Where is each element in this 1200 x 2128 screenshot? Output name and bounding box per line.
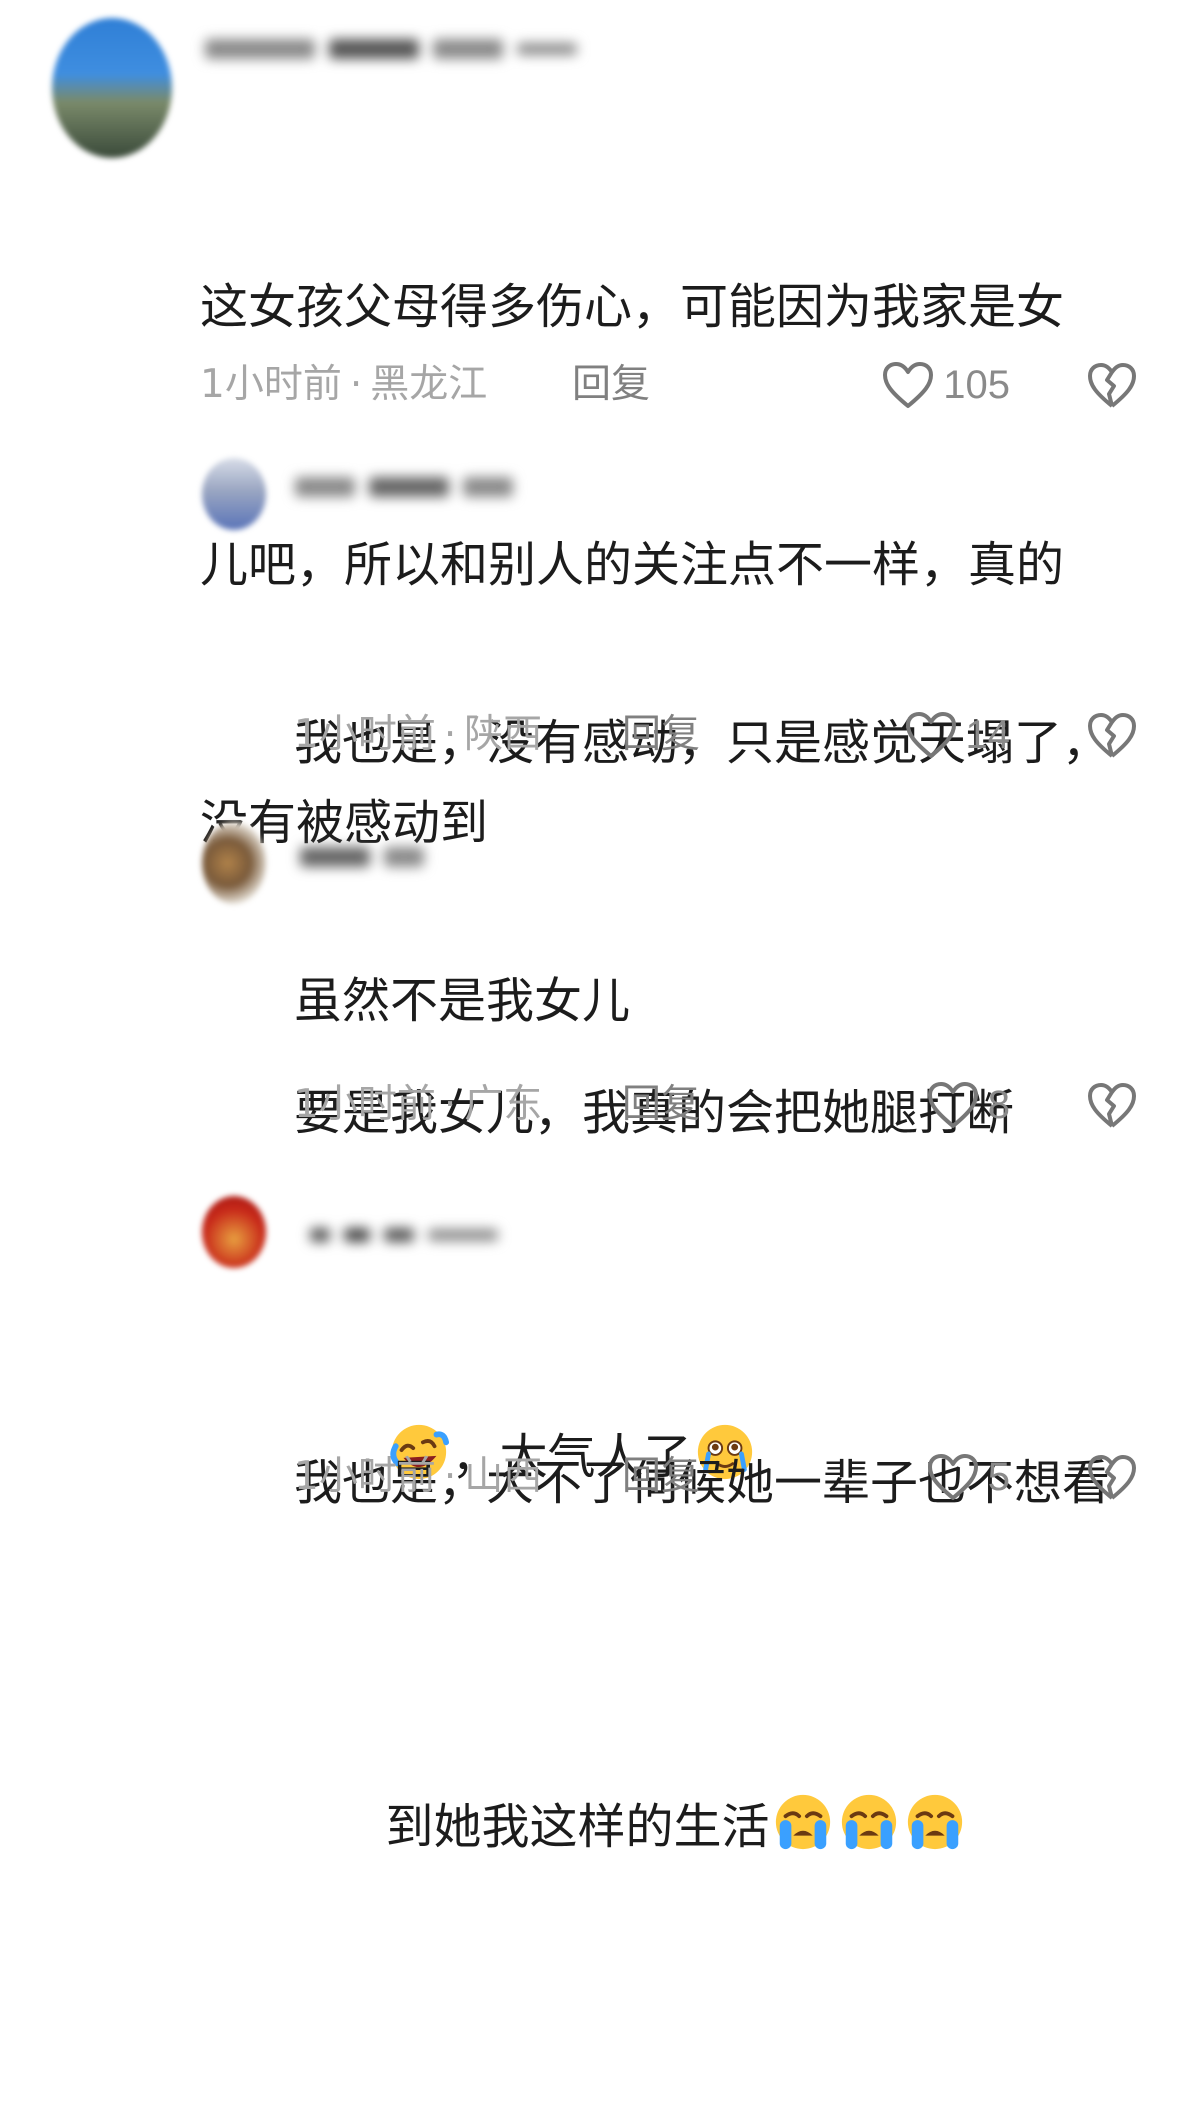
broken-heart-icon xyxy=(1088,713,1136,758)
reply-button[interactable]: 回复 xyxy=(622,1080,700,1130)
dislike-button[interactable] xyxy=(1086,710,1138,760)
reply-comment-item: 我也是，大不了伺候她一辈子也不想看 到她我这样的生活 1小时前 · 山西 回复 … xyxy=(0,1180,1200,1855)
heart-outline-icon xyxy=(883,362,934,408)
comment-text: 我也是，大不了伺候她一辈子也不想看 到她我这样的生活 xyxy=(294,1268,1148,2128)
comment-text-line: 到她我这样的生活 xyxy=(294,1698,1148,1956)
like-button[interactable]: 14 xyxy=(904,710,1011,760)
meta-separator: · xyxy=(443,1082,457,1127)
like-button[interactable]: 5 xyxy=(926,1452,1010,1502)
comment-location: 广东 xyxy=(464,1082,543,1127)
avatar[interactable] xyxy=(202,1196,266,1268)
comment-time: 1小时前 xyxy=(294,1082,436,1127)
like-button[interactable]: 8 xyxy=(926,1080,1010,1130)
heart-outline-icon xyxy=(905,712,956,758)
comment-meta: 1小时前 · 黑龙江 xyxy=(200,360,487,410)
loudly-crying-emoji xyxy=(775,1794,830,1850)
loudly-crying-emoji xyxy=(907,1794,962,1850)
like-count: 8 xyxy=(987,1082,1010,1127)
comment-text-fragment: 到她我这样的生活 xyxy=(385,1799,770,1855)
reply-button[interactable]: 回复 xyxy=(622,710,700,760)
meta-separator: · xyxy=(443,1454,457,1499)
comment-time: 1小时前 xyxy=(294,1454,436,1499)
meta-separator: · xyxy=(443,712,457,757)
reply-button[interactable]: 回复 xyxy=(622,1452,700,1502)
comment-time: 1小时前 xyxy=(200,362,342,407)
dislike-button[interactable] xyxy=(1086,1080,1138,1130)
dislike-button[interactable] xyxy=(1086,1452,1138,1502)
like-count: 5 xyxy=(987,1454,1010,1499)
reply-comment-item: 要是我女儿，我真的会把她腿打断 ，太气人了 1小时前 · 广东 回复 8 xyxy=(0,810,1200,1485)
heart-outline-icon xyxy=(927,1454,978,1500)
like-count: 105 xyxy=(943,362,1010,407)
comment-location: 黑龙江 xyxy=(370,362,488,407)
reply-button[interactable]: 回复 xyxy=(572,360,650,410)
avatar[interactable] xyxy=(52,18,172,158)
comment-meta: 1小时前 · 广东 xyxy=(294,1080,542,1130)
username-blurred[interactable] xyxy=(310,1224,512,1258)
broken-heart-icon xyxy=(1088,363,1136,408)
username-blurred[interactable] xyxy=(205,38,591,72)
comment-item: 这女孩父母得多伤心，可能因为我家是女 儿吧，所以和别人的关注点不一样，真的 没有… xyxy=(0,0,1200,851)
dislike-button[interactable] xyxy=(1086,360,1138,410)
like-count: 14 xyxy=(965,712,1011,757)
comment-location: 山西 xyxy=(464,1454,543,1499)
like-button[interactable]: 105 xyxy=(881,360,1010,410)
heart-outline-icon xyxy=(927,1082,978,1128)
comment-location: 陕西 xyxy=(464,712,543,757)
avatar[interactable] xyxy=(202,458,266,530)
comment-meta: 1小时前 · 陕西 xyxy=(294,710,542,760)
broken-heart-icon xyxy=(1088,1083,1136,1128)
avatar[interactable] xyxy=(202,822,266,904)
loudly-crying-emoji xyxy=(841,1794,896,1850)
username-blurred[interactable] xyxy=(295,476,527,510)
broken-heart-icon xyxy=(1088,1455,1136,1500)
username-blurred[interactable] xyxy=(300,846,438,880)
comment-time: 1小时前 xyxy=(294,712,436,757)
meta-separator: · xyxy=(349,362,363,407)
comment-meta: 1小时前 · 山西 xyxy=(294,1452,542,1502)
comment-text-line: 这女孩父母得多伤心，可能因为我家是女 xyxy=(200,279,1065,335)
reply-comment-item: 我也是，没有感动，只是感觉天塌了， 虽然不是我女儿 1小时前 · 陕西 回复 14 xyxy=(0,440,1200,1029)
